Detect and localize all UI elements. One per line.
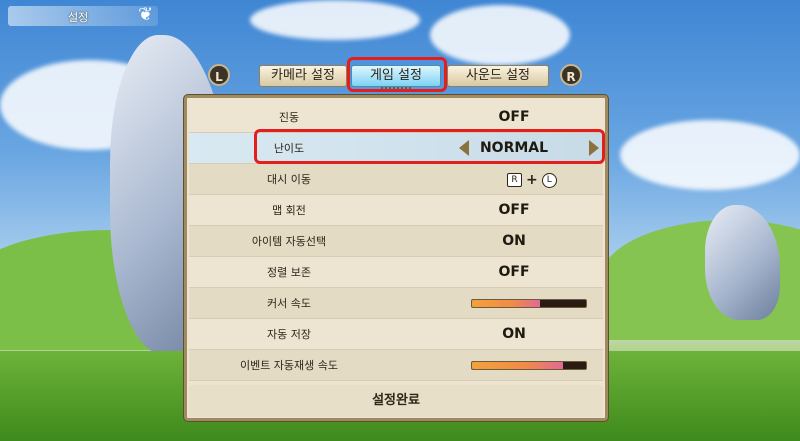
page-title: 설정 [68,11,89,24]
emblem-icon: ❦ [138,4,154,25]
setting-row-auto-save[interactable]: 자동 저장 ON [189,319,603,350]
cursor-speed-slider[interactable] [471,299,587,308]
setting-row-auto-item-select[interactable]: 아이템 자동선택 ON [189,226,603,257]
cloud [430,5,570,65]
setting-row-dash-move[interactable]: 대시 이동 R + L [189,164,603,195]
slider-fill [472,300,541,307]
button-combo: R + L [507,172,557,188]
highlight-box-tab [347,57,447,92]
setting-label: 이벤트 자동재생 속도 [239,359,339,372]
r-button-icon: R [507,173,522,187]
setting-row-cursor-speed[interactable]: 커서 속도 [189,288,603,319]
plus-sign: + [526,172,538,188]
setting-value: OFF [498,264,530,280]
l-button-icon: L [541,172,557,188]
tab-camera-settings[interactable]: 카메라 설정 [259,65,347,87]
r-shoulder-icon[interactable]: R [560,64,582,86]
setting-label: 아이템 자동선택 [251,235,327,248]
settings-complete-button[interactable]: 설정완료 [189,385,603,417]
tab-sound-settings[interactable]: 사운드 설정 [447,65,549,87]
setting-row-event-playback-speed[interactable]: 이벤트 자동재생 속도 [189,350,603,381]
setting-label: 자동 저장 [267,328,311,341]
setting-row-sort-preserve[interactable]: 정렬 보존 OFF [189,257,603,288]
setting-value: OFF [498,202,530,218]
highlight-box-difficulty [254,129,605,164]
cloud [250,0,420,40]
setting-row-map-rotation[interactable]: 맵 회전 OFF [189,195,603,226]
event-speed-slider[interactable] [471,361,587,370]
setting-label: 커서 속도 [267,297,311,310]
slider-fill [472,362,564,369]
l-shoulder-icon[interactable]: L [208,64,230,86]
setting-value: ON [502,326,526,342]
setting-label: 대시 이동 [267,173,311,186]
setting-label: 맵 회전 [272,204,306,217]
cloud [620,120,800,190]
setting-label: 정렬 보존 [267,266,311,279]
setting-value: ON [502,233,526,249]
